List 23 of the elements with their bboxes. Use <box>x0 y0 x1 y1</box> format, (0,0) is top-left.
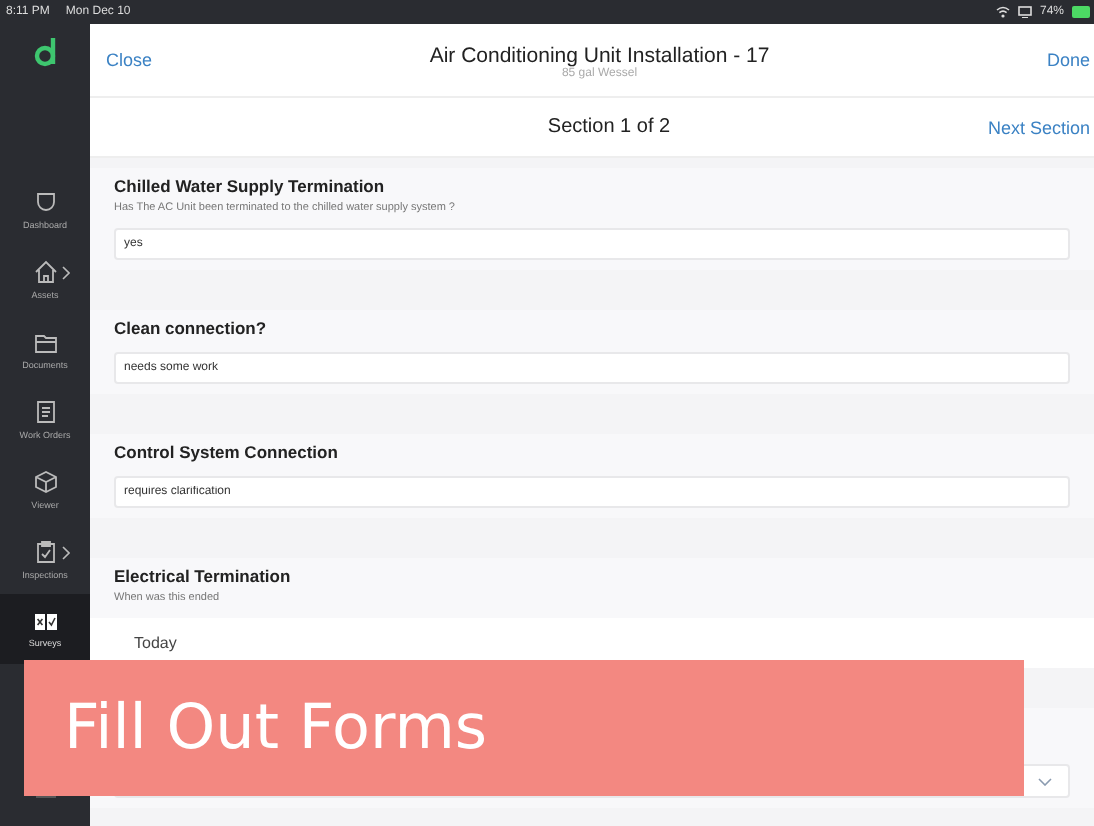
wifi-icon <box>995 6 1010 18</box>
logo-icon <box>33 36 57 68</box>
section-title: Section 1 of 2 <box>545 116 673 138</box>
document-icon <box>33 399 57 423</box>
house-icon <box>33 259 57 283</box>
clipboard-icon <box>33 539 57 563</box>
form-title: Air Conditioning Unit Installation - 17 <box>429 44 770 68</box>
checkbox-icon <box>33 611 57 631</box>
screen-icon <box>1017 6 1032 18</box>
next-section-button[interactable]: Next Section <box>987 117 1090 137</box>
chevron-icon <box>61 545 69 559</box>
question-title: Chilled Water Supply Termination <box>114 176 387 196</box>
chevron-icon <box>61 265 69 279</box>
done-button[interactable]: Done <box>1046 50 1090 70</box>
battery-icon <box>1072 6 1090 18</box>
close-button[interactable]: Close <box>106 50 153 70</box>
question-title: Clean connection? <box>114 318 269 338</box>
folder-icon <box>33 329 57 353</box>
question-title: Control System Connection <box>114 442 340 462</box>
cube-icon <box>33 469 57 493</box>
question-title: Electrical Termination <box>114 566 293 586</box>
caption-toast: Fill Out Forms <box>24 660 1024 796</box>
chevron-down-icon <box>1038 777 1052 785</box>
